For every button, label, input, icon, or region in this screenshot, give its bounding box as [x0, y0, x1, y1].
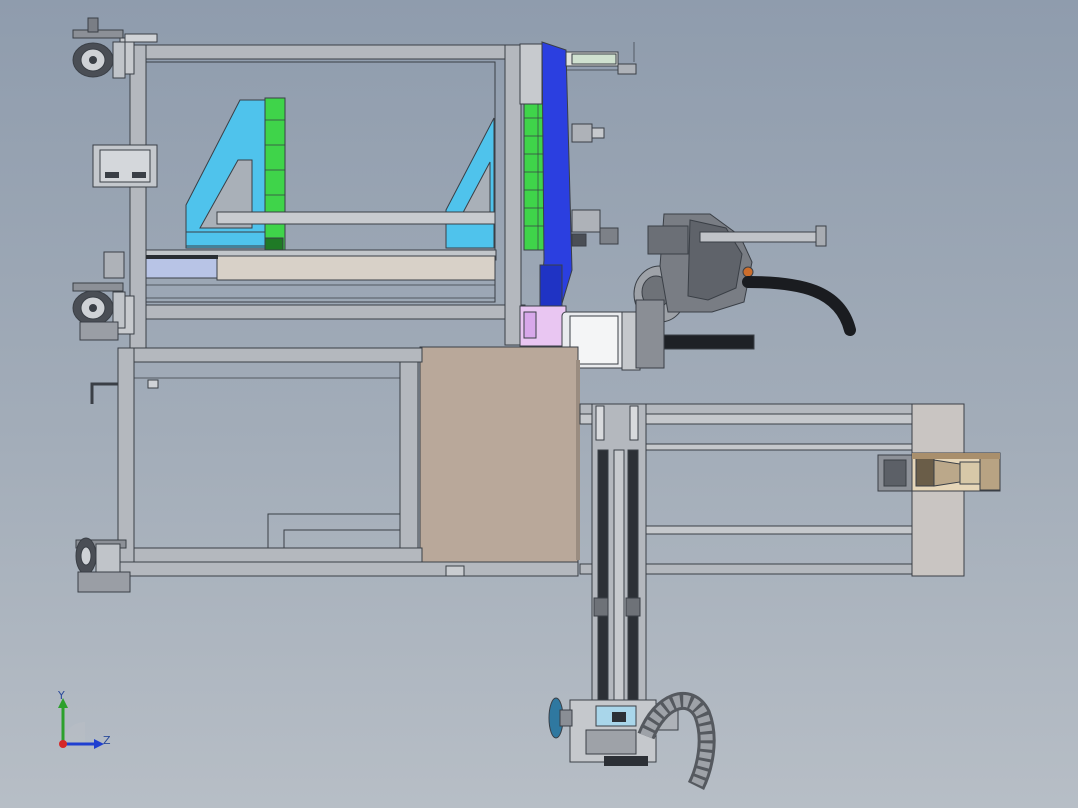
blue-carriage-plate[interactable] [539, 41, 573, 311]
caster-mid-left[interactable] [72, 282, 126, 341]
left-gusset[interactable] [185, 99, 267, 249]
coordinate-triad-icon: Y Z [57, 689, 111, 749]
motor-cable[interactable] [742, 276, 856, 336]
triad-z-label: Z [103, 734, 111, 747]
vertical-linear-axis[interactable] [591, 403, 647, 735]
left-green-tray[interactable] [264, 97, 286, 253]
pink-slide-block[interactable] [519, 305, 567, 347]
spindle-tool-holder[interactable] [877, 452, 1001, 492]
cad-viewport[interactable]: Y Z [0, 0, 1078, 808]
tan-cover-panel[interactable] [419, 346, 580, 566]
right-gusset[interactable] [445, 117, 495, 249]
assembly-drawing[interactable]: Y Z [0, 0, 1078, 808]
triad-y-label: Y [57, 689, 65, 702]
